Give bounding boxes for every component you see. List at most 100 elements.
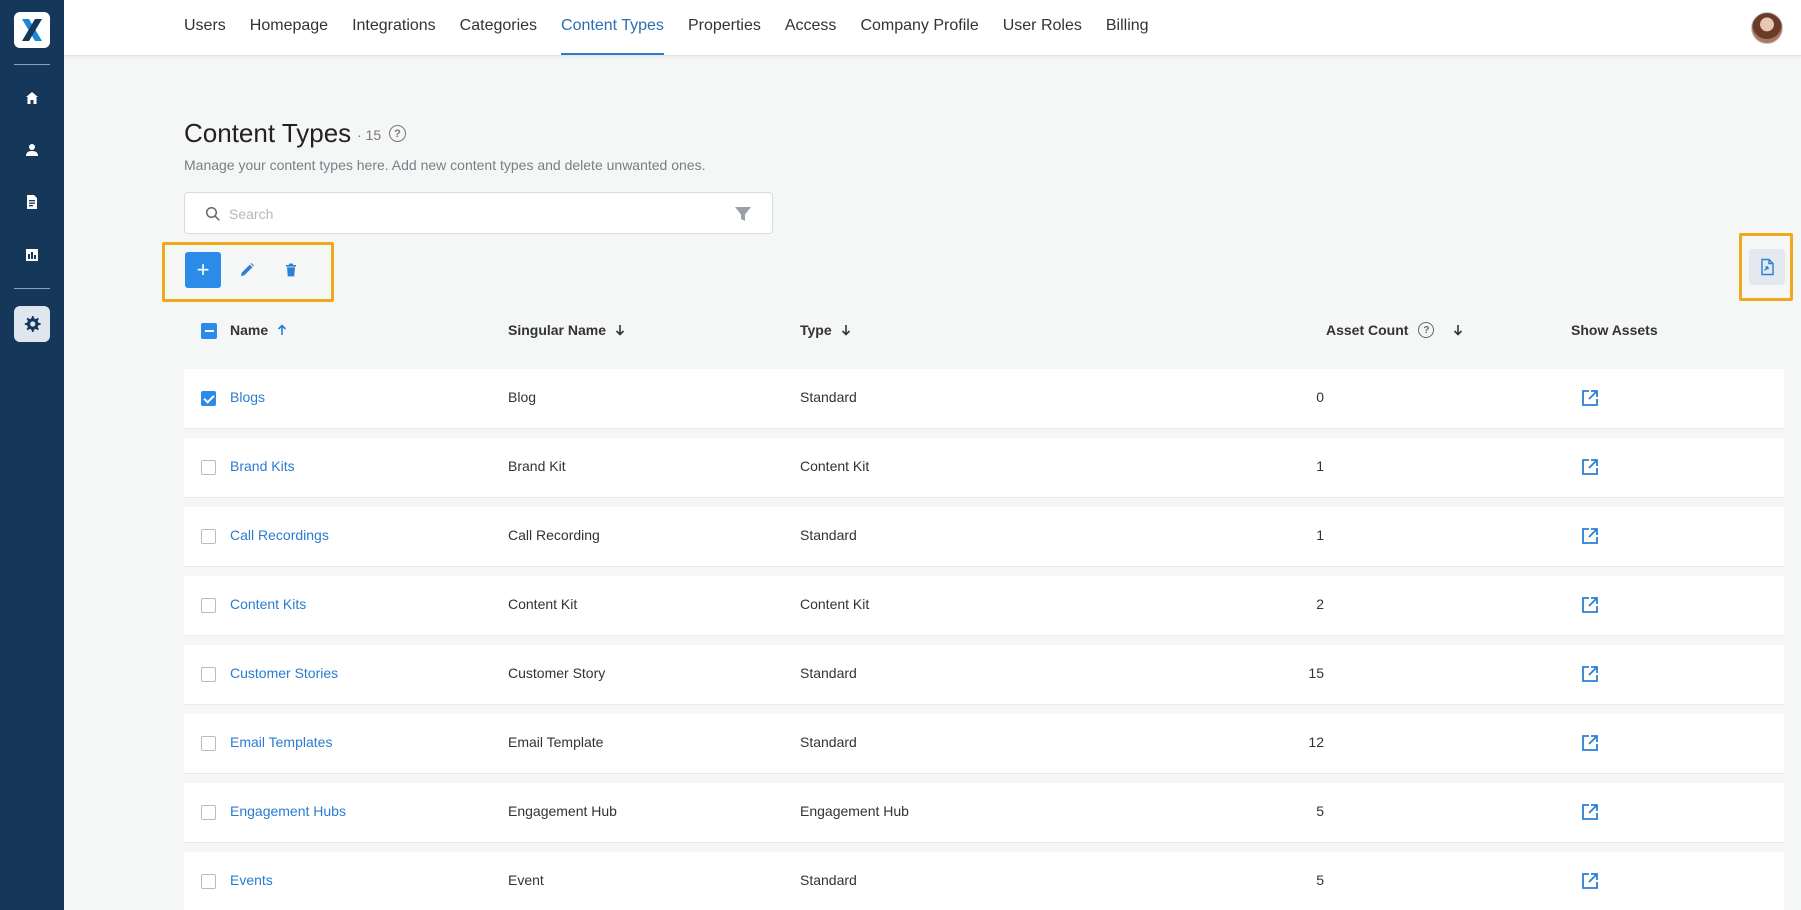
filter-icon[interactable] [734, 205, 752, 223]
asset-count: 5 [1316, 803, 1324, 819]
sidebar-divider [14, 64, 50, 65]
sort-descending-icon [841, 325, 850, 336]
top-navigation: Users Homepage Integrations Categories C… [64, 0, 1801, 56]
open-external-icon[interactable] [1580, 871, 1600, 891]
logo[interactable] [14, 12, 50, 48]
row-checkbox[interactable] [201, 460, 216, 475]
column-header-show-assets: Show Assets [1571, 322, 1658, 338]
row-checkbox[interactable] [201, 805, 216, 820]
sort-descending-icon [615, 325, 625, 336]
analytics-icon [26, 249, 38, 261]
type: Content Kit [800, 596, 870, 612]
open-external-icon[interactable] [1580, 388, 1600, 408]
page-subtitle: Manage your content types here. Add new … [184, 157, 706, 173]
column-header-singular-name[interactable]: Singular Name [508, 322, 626, 338]
table-row[interactable]: Content Kits Content Kit Content Kit 2 [184, 576, 1784, 636]
add-content-type-button[interactable]: + [185, 252, 221, 288]
sidebar-item-settings[interactable] [14, 306, 50, 342]
document-icon [27, 195, 37, 209]
singular-name: Engagement Hub [508, 803, 617, 819]
logo-icon [22, 19, 42, 41]
sort-descending-icon [1454, 325, 1463, 336]
table-row[interactable]: Engagement Hubs Engagement Hub Engagemen… [184, 783, 1784, 843]
row-checkbox[interactable] [201, 736, 216, 751]
content-type-name-link[interactable]: Content Kits [230, 596, 306, 612]
select-all-checkbox[interactable] [201, 323, 217, 339]
tab-categories[interactable]: Categories [460, 0, 537, 56]
export-file-icon [1761, 258, 1774, 276]
open-external-icon[interactable] [1580, 802, 1600, 822]
sidebar-item-content[interactable] [14, 184, 50, 220]
pencil-icon [241, 263, 254, 276]
content-type-name-link[interactable]: Brand Kits [230, 458, 295, 474]
table-row[interactable]: Events Event Standard 5 [184, 852, 1784, 910]
table-row[interactable]: Call Recordings Call Recording Standard … [184, 507, 1784, 567]
export-button[interactable] [1749, 249, 1785, 285]
tab-billing[interactable]: Billing [1106, 0, 1149, 56]
table-row[interactable]: Customer Stories Customer Story Standard… [184, 645, 1784, 705]
table-row[interactable]: Brand Kits Brand Kit Content Kit 1 [184, 438, 1784, 498]
column-header-type[interactable]: Type [800, 322, 852, 338]
tab-content-types[interactable]: Content Types [561, 0, 664, 56]
content-type-name-link[interactable]: Call Recordings [230, 527, 329, 543]
search-input[interactable] [229, 203, 709, 225]
search-icon [205, 206, 220, 221]
row-checkbox[interactable] [201, 874, 216, 889]
home-icon [26, 92, 38, 104]
column-header-asset-count[interactable]: Asset Count ? [1326, 322, 1464, 338]
delete-button[interactable] [277, 256, 305, 284]
open-external-icon[interactable] [1580, 733, 1600, 753]
asset-count: 2 [1316, 596, 1324, 612]
table-row[interactable]: Email Templates Email Template Standard … [184, 714, 1784, 774]
asset-count: 1 [1316, 458, 1324, 474]
sidebar-item-users[interactable] [14, 132, 50, 168]
column-header-name[interactable]: Name [230, 322, 288, 338]
type: Standard [800, 734, 857, 750]
page-title: Content Types [184, 118, 352, 148]
content-type-name-link[interactable]: Customer Stories [230, 665, 338, 681]
column-label: Name [230, 322, 269, 338]
sidebar-item-home[interactable] [14, 80, 50, 116]
type: Standard [800, 665, 857, 681]
edit-button[interactable] [233, 256, 261, 284]
content-type-name-link[interactable]: Blogs [230, 389, 265, 405]
sidebar-item-analytics[interactable] [14, 237, 50, 273]
asset-count: 12 [1308, 734, 1324, 750]
asset-count: 1 [1316, 527, 1324, 543]
content-type-name-link[interactable]: Email Templates [230, 734, 332, 750]
row-checkbox[interactable] [201, 529, 216, 544]
content-type-name-link[interactable]: Engagement Hubs [230, 803, 346, 819]
type: Content Kit [800, 458, 870, 474]
avatar[interactable] [1751, 12, 1783, 44]
open-external-icon[interactable] [1580, 526, 1600, 546]
type: Engagement Hub [800, 803, 909, 819]
tab-access[interactable]: Access [785, 0, 837, 56]
settings-icon [24, 316, 41, 332]
column-label: Singular Name [508, 322, 607, 338]
sidebar-divider [14, 288, 50, 289]
tab-users[interactable]: Users [184, 0, 226, 56]
table-row[interactable]: Blogs Blog Standard 0 [184, 369, 1784, 429]
tab-integrations[interactable]: Integrations [352, 0, 436, 56]
row-checkbox[interactable] [201, 667, 216, 682]
tab-user-roles[interactable]: User Roles [1003, 0, 1082, 56]
tab-properties[interactable]: Properties [688, 0, 761, 56]
content-type-name-link[interactable]: Events [230, 872, 273, 888]
open-external-icon[interactable] [1580, 664, 1600, 684]
tab-homepage[interactable]: Homepage [250, 0, 328, 56]
help-icon[interactable]: ? [1418, 322, 1435, 338]
column-label: Asset Count [1326, 322, 1409, 338]
tab-company-profile[interactable]: Company Profile [860, 0, 978, 56]
search-box [184, 192, 773, 234]
help-icon[interactable]: ? [389, 125, 406, 142]
row-checkbox[interactable] [201, 598, 216, 613]
open-external-icon[interactable] [1580, 457, 1600, 477]
column-label: Show Assets [1571, 322, 1658, 338]
row-checkbox[interactable] [201, 391, 216, 406]
singular-name: Customer Story [508, 665, 606, 681]
singular-name: Call Recording [508, 527, 600, 543]
type: Standard [800, 389, 857, 405]
singular-name: Event [508, 872, 544, 888]
trash-icon [286, 263, 296, 277]
open-external-icon[interactable] [1580, 595, 1600, 615]
